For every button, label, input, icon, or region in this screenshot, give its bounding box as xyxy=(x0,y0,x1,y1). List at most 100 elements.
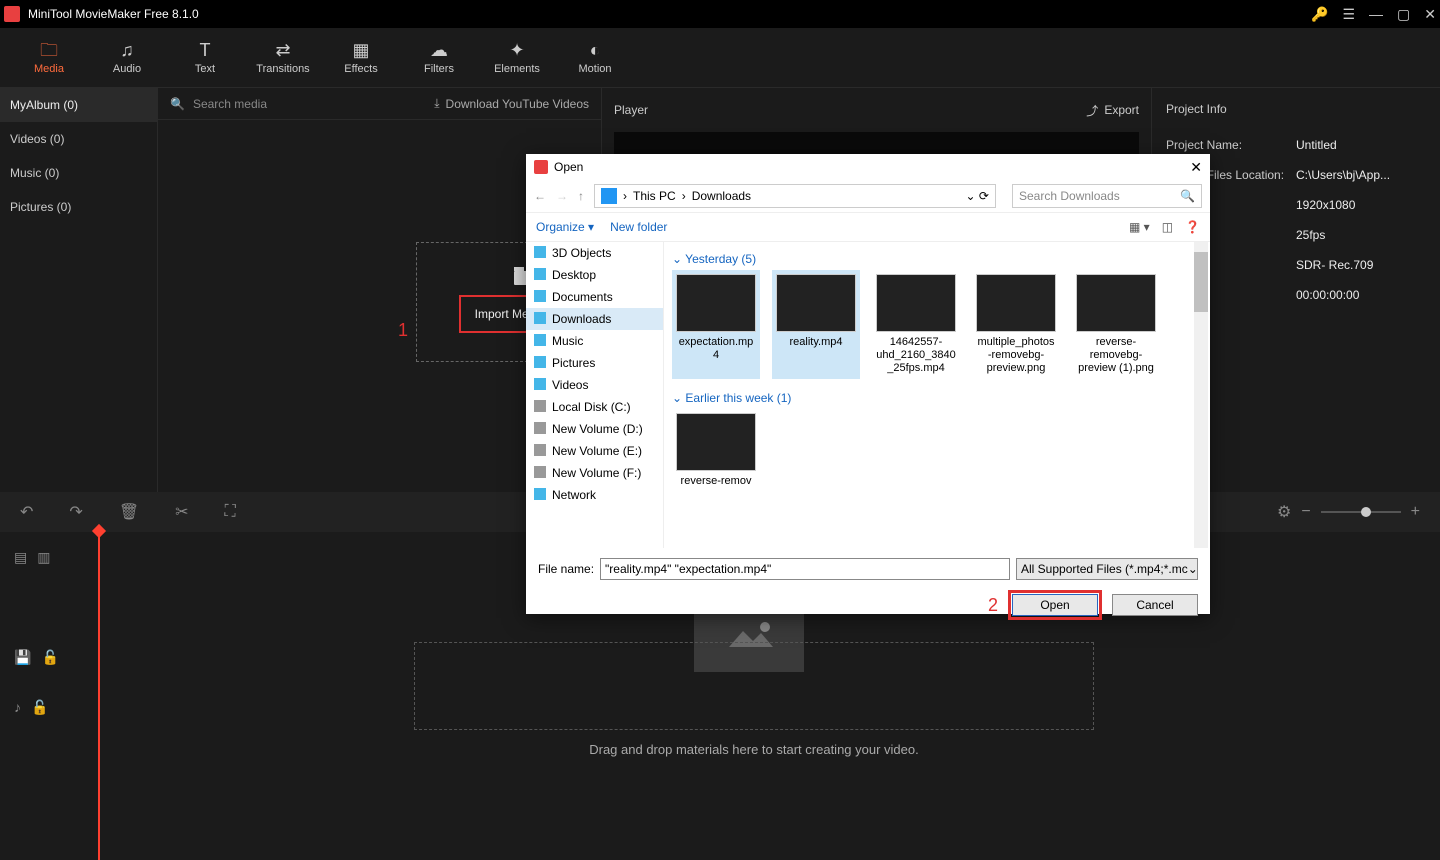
minimize-button[interactable]: — xyxy=(1369,6,1383,22)
filename-input[interactable] xyxy=(600,558,1010,580)
drive-icon xyxy=(601,188,617,204)
folder-icon xyxy=(534,312,546,324)
tree-node[interactable]: New Volume (D:) xyxy=(526,418,663,440)
text-icon: T xyxy=(200,41,211,59)
tree-node[interactable]: Downloads xyxy=(526,308,663,330)
sidebar-item[interactable]: Music (0) xyxy=(0,156,157,190)
tree-node[interactable]: New Volume (E:) xyxy=(526,440,663,462)
file-item[interactable]: reverse-remov xyxy=(672,409,760,492)
zoom-slider[interactable] xyxy=(1321,511,1401,513)
tab-transitions[interactable]: ⇄Transitions xyxy=(244,28,322,87)
settings-icon[interactable]: ⚙ xyxy=(1277,502,1291,522)
dialog-close-button[interactable]: ✕ xyxy=(1190,159,1202,176)
sidebar-item[interactable]: Pictures (0) xyxy=(0,190,157,224)
save-track-icon[interactable]: 💾 xyxy=(14,649,31,666)
sidebar-header[interactable]: MyAlbum (0) xyxy=(0,88,157,122)
tab-audio[interactable]: ♫Audio xyxy=(88,28,166,87)
cut-button[interactable]: ✂ xyxy=(175,502,188,522)
folder-icon xyxy=(534,488,546,500)
search-input[interactable]: Search media xyxy=(193,97,267,111)
file-item[interactable]: reverse-removebg-preview (1).png xyxy=(1072,270,1160,379)
folder-icon xyxy=(534,356,546,368)
help-button[interactable]: ❓ xyxy=(1185,220,1200,234)
key-icon[interactable]: 🔑 xyxy=(1311,6,1328,23)
tab-effects[interactable]: ▦Effects xyxy=(322,28,400,87)
file-name: multiple_photos-removebg-preview.png xyxy=(976,336,1056,375)
nav-back-button[interactable]: ← xyxy=(534,189,546,203)
file-name: reverse-remov xyxy=(676,475,756,488)
maximize-button[interactable]: ▢ xyxy=(1397,6,1410,23)
file-thumbnail xyxy=(876,274,956,332)
timeline-dropzone[interactable] xyxy=(414,642,1094,730)
download-youtube-button[interactable]: ⤓Download YouTube Videos xyxy=(434,96,589,111)
playhead[interactable] xyxy=(98,532,100,860)
file-group-label[interactable]: ⌄ Yesterday (5) xyxy=(672,248,1202,270)
nav-up-button[interactable]: ↑ xyxy=(578,189,584,203)
redo-button[interactable]: ↷ xyxy=(69,502,82,522)
sidebar-item[interactable]: Videos (0) xyxy=(0,122,157,156)
zoom-in-button[interactable]: + xyxy=(1411,503,1420,521)
file-filter-select[interactable]: All Supported Files (*.mp4;*.mc⌄ xyxy=(1016,558,1198,580)
info-value: Untitled xyxy=(1296,138,1426,152)
file-thumbnail xyxy=(1076,274,1156,332)
dialog-title: Open xyxy=(554,160,583,174)
folder-icon xyxy=(534,444,546,456)
collapse2-icon[interactable]: ▥ xyxy=(37,549,50,566)
tree-node[interactable]: 3D Objects xyxy=(526,242,663,264)
file-group-label[interactable]: ⌄ Earlier this week (1) xyxy=(672,387,1202,409)
undo-button[interactable]: ↶ xyxy=(20,502,33,522)
tree-node[interactable]: Music xyxy=(526,330,663,352)
dropzone-message: Drag and drop materials here to start cr… xyxy=(414,742,1094,757)
info-label: Project Name: xyxy=(1166,138,1296,152)
tree-node[interactable]: New Volume (F:) xyxy=(526,462,663,484)
file-item[interactable]: reality.mp4 xyxy=(772,270,860,379)
folder-icon xyxy=(534,400,546,412)
tree-node[interactable]: Pictures xyxy=(526,352,663,374)
info-value: C:\Users\bj\App... xyxy=(1296,168,1426,182)
tree-node[interactable]: Network xyxy=(526,484,663,506)
file-thumbnail xyxy=(976,274,1056,332)
breadcrumb[interactable]: ›This PC ›Downloads ⌄ ⟳ xyxy=(594,184,996,208)
music-track-icon[interactable]: ♪ xyxy=(14,699,21,715)
lock-icon[interactable]: 🔓 xyxy=(41,649,58,666)
elements-icon: ✦ xyxy=(509,41,524,59)
tab-text[interactable]: TText xyxy=(166,28,244,87)
tab-media[interactable]: 🗀Media xyxy=(10,28,88,87)
tab-elements[interactable]: ✦Elements xyxy=(478,28,556,87)
tab-filters[interactable]: ☁Filters xyxy=(400,28,478,87)
tree-node[interactable]: Videos xyxy=(526,374,663,396)
nav-fwd-button[interactable]: → xyxy=(556,189,568,203)
tool-tabs: 🗀Media♫AudioTText⇄Transitions▦Effects☁Fi… xyxy=(0,28,1440,88)
lock-icon-2[interactable]: 🔓 xyxy=(31,699,48,716)
close-window-button[interactable]: ✕ xyxy=(1424,6,1436,23)
scrollbar[interactable] xyxy=(1194,242,1208,548)
view-mode-button[interactable]: ▦ ▾ xyxy=(1129,220,1150,234)
cancel-button[interactable]: Cancel xyxy=(1112,594,1198,616)
file-item[interactable]: 14642557-uhd_2160_3840_25fps.mp4 xyxy=(872,270,960,379)
track-headers: ▤ ▥ 💾 🔓 ♪ 🔓 xyxy=(0,532,94,860)
dialog-search-input[interactable]: Search Downloads 🔍 xyxy=(1012,184,1202,208)
filename-label: File name: xyxy=(538,562,594,576)
open-button[interactable]: Open xyxy=(1012,594,1098,616)
project-info-title: Project Info xyxy=(1152,88,1440,130)
export-button[interactable]: ⤴Export xyxy=(1086,102,1139,119)
export-icon: ⤴ xyxy=(1086,102,1098,119)
collapse-icon[interactable]: ▤ xyxy=(14,549,27,566)
file-item[interactable]: expectation.mp4 xyxy=(672,270,760,379)
tab-motion[interactable]: ◐Motion xyxy=(556,28,634,87)
preview-pane-button[interactable]: ◫ xyxy=(1162,220,1173,234)
search-icon: 🔍 xyxy=(170,97,185,111)
organize-menu[interactable]: Organize ▾ xyxy=(536,220,594,234)
tree-node[interactable]: Desktop xyxy=(526,264,663,286)
delete-button[interactable]: 🗑 xyxy=(119,502,139,522)
menu-icon[interactable]: ☰ xyxy=(1342,6,1355,23)
file-item[interactable]: multiple_photos-removebg-preview.png xyxy=(972,270,1060,379)
tree-node[interactable]: Documents xyxy=(526,286,663,308)
new-folder-button[interactable]: New folder xyxy=(610,220,667,234)
info-value: 00:00:00:00 xyxy=(1296,288,1426,302)
zoom-out-button[interactable]: − xyxy=(1301,503,1310,521)
tree-node[interactable]: Local Disk (C:) xyxy=(526,396,663,418)
info-value: SDR- Rec.709 xyxy=(1296,258,1426,272)
crop-button[interactable]: ⛶ xyxy=(225,503,236,521)
file-thumbnail xyxy=(676,413,756,471)
